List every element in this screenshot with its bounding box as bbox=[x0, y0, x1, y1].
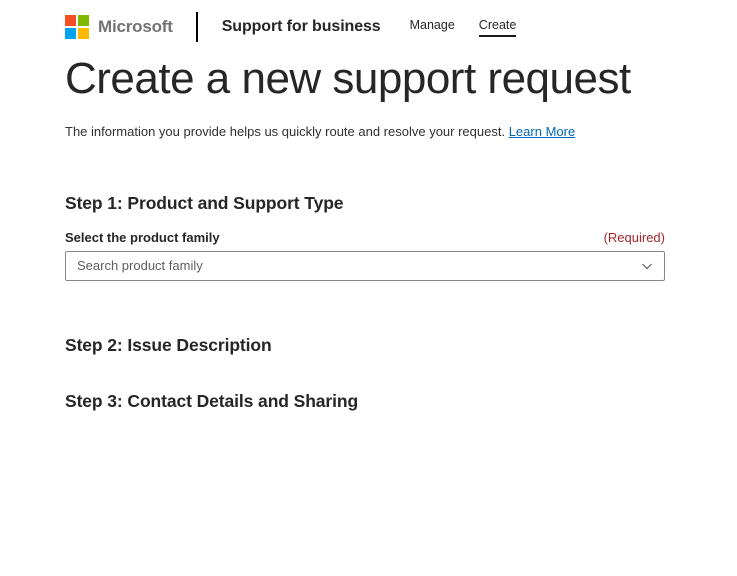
step-3-heading: Step 3: Contact Details and Sharing bbox=[65, 390, 359, 411]
logo-square-green bbox=[78, 15, 89, 26]
product-family-label-row: Select the product family (Required) bbox=[65, 230, 665, 245]
microsoft-logo[interactable] bbox=[65, 15, 89, 39]
intro-text: The information you provide helps us qui… bbox=[65, 123, 665, 141]
intro-text-body: The information you provide helps us qui… bbox=[65, 123, 506, 139]
logo-square-yellow bbox=[78, 28, 89, 39]
page-title: Create a new support request bbox=[65, 54, 631, 103]
product-family-combobox bbox=[65, 250, 665, 281]
microsoft-wordmark[interactable]: Microsoft bbox=[98, 17, 173, 37]
header-nav: Manage Create bbox=[410, 18, 517, 37]
product-family-search-input[interactable] bbox=[65, 250, 665, 281]
logo-square-blue bbox=[65, 28, 76, 39]
step-1-heading: Step 1: Product and Support Type bbox=[65, 192, 344, 213]
nav-link-create[interactable]: Create bbox=[478, 18, 517, 37]
header: Microsoft Support for business Manage Cr… bbox=[0, 0, 737, 42]
chevron-down-icon[interactable] bbox=[640, 259, 654, 273]
nav-link-manage[interactable]: Manage bbox=[410, 18, 455, 37]
main-content: Create a new support request The informa… bbox=[65, 54, 665, 413]
step-2-heading: Step 2: Issue Description bbox=[65, 334, 272, 355]
product-family-label: Select the product family bbox=[65, 229, 220, 245]
learn-more-link[interactable]: Learn More bbox=[509, 124, 575, 139]
required-badge: (Required) bbox=[603, 229, 665, 245]
app-title[interactable]: Support for business bbox=[222, 18, 381, 36]
header-divider bbox=[195, 12, 198, 42]
logo-square-red bbox=[65, 15, 76, 26]
